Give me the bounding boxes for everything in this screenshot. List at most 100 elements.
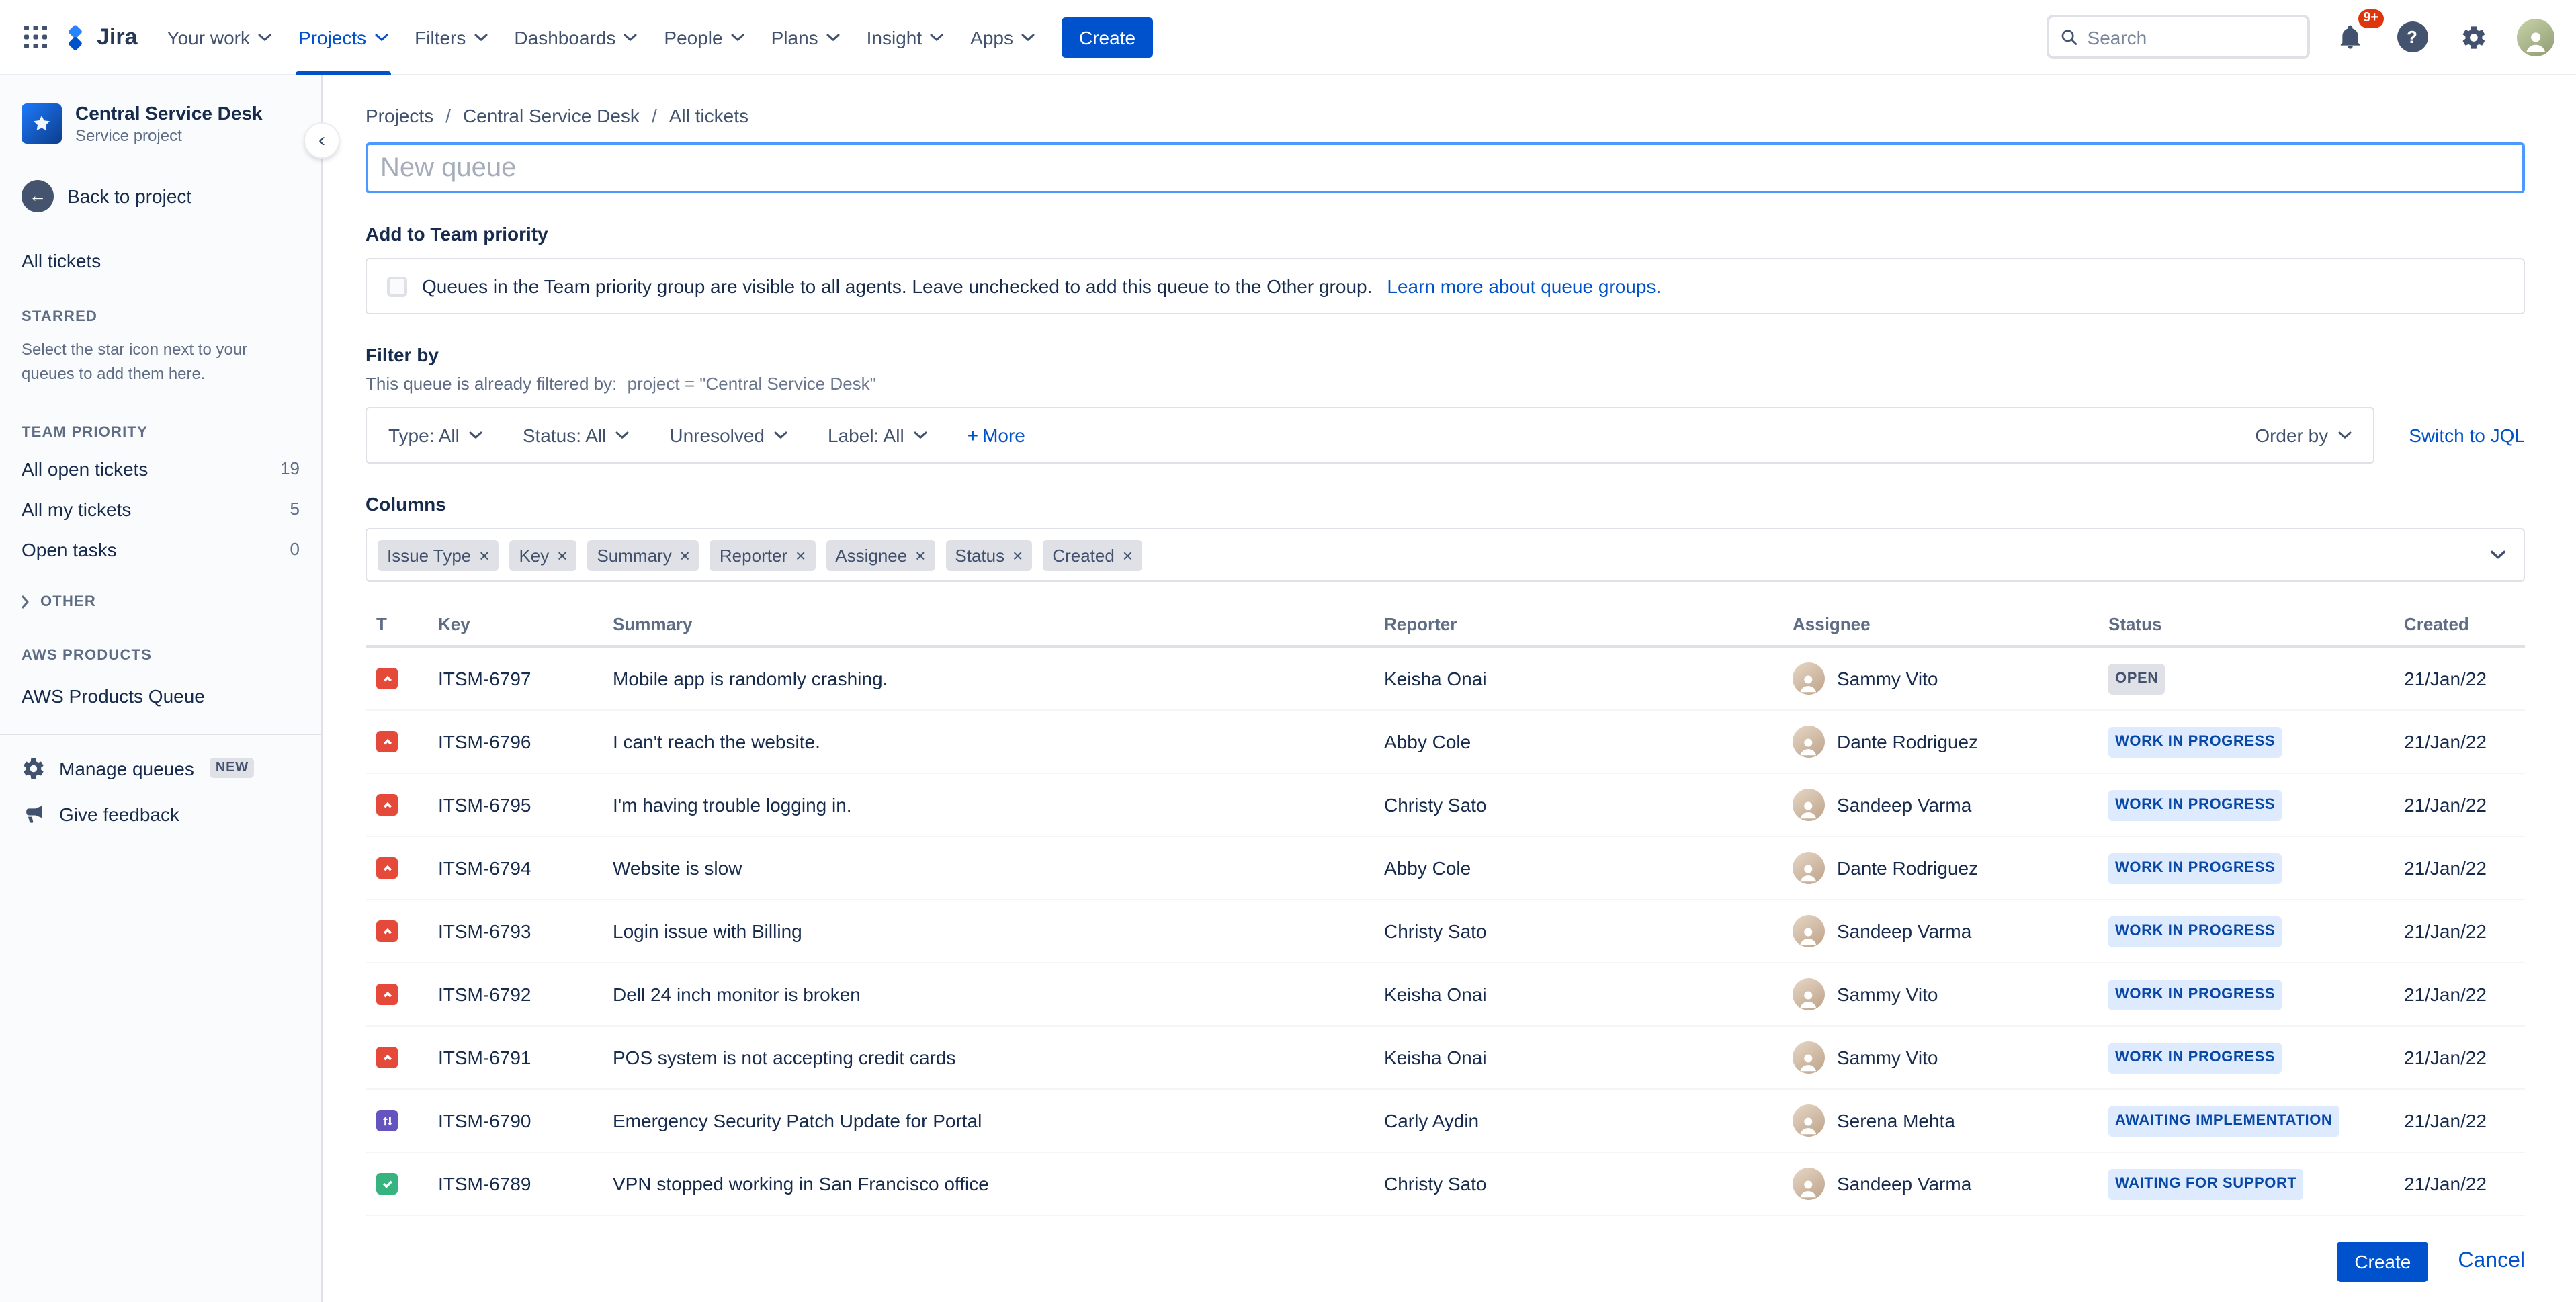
table-row[interactable]: ITSM-6794 Website is slow Abby Cole Dant… xyxy=(366,836,2525,900)
content-scroll-area[interactable]: Projects Central Service Desk All ticket… xyxy=(323,75,2576,1221)
assignee-avatar xyxy=(1793,789,1825,821)
order-by-dropdown[interactable]: Order by xyxy=(2255,425,2351,446)
other-section-toggle[interactable]: OTHER xyxy=(22,594,300,610)
chevron-down-icon xyxy=(469,431,482,439)
assignee-name: Serena Mehta xyxy=(1837,1110,1955,1131)
issue-reporter: Keisha Onai xyxy=(1373,963,1782,1027)
global-search xyxy=(2047,15,2310,59)
remove-icon[interactable]: × xyxy=(796,546,806,564)
breadcrumb-link[interactable]: Projects xyxy=(366,105,433,126)
filter-dropdown[interactable]: Status: All xyxy=(523,425,630,446)
team-priority-checkbox[interactable] xyxy=(387,276,407,296)
table-row[interactable]: ITSM-6792 Dell 24 inch monitor is broken… xyxy=(366,963,2525,1027)
queue-name-input[interactable] xyxy=(366,142,2525,193)
issue-created: 21/Jan/22 xyxy=(2393,963,2525,1027)
remove-icon[interactable]: × xyxy=(915,546,925,564)
help-button[interactable]: ? xyxy=(2391,15,2434,58)
breadcrumb: Projects Central Service Desk All ticket… xyxy=(366,105,2525,126)
nav-item[interactable]: Insight xyxy=(853,0,957,75)
settings-button[interactable] xyxy=(2452,15,2495,58)
remove-icon[interactable]: × xyxy=(1123,546,1133,564)
assignee-avatar xyxy=(1793,915,1825,947)
issue-type-icon xyxy=(376,1047,398,1068)
filter-dropdown[interactable]: Type: All xyxy=(388,425,482,446)
gear-icon xyxy=(24,758,44,779)
assignee-cell: Sammy Vito xyxy=(1793,1041,2087,1074)
remove-icon[interactable]: × xyxy=(557,546,567,564)
breadcrumb-link[interactable]: Central Service Desk xyxy=(433,105,640,126)
sidebar-item-aws-products-queue[interactable]: AWS Products Queue xyxy=(22,685,300,707)
nav-item-label: Dashboards xyxy=(514,26,616,48)
nav-item-label: Filters xyxy=(415,26,466,48)
remove-icon[interactable]: × xyxy=(1013,546,1023,564)
status-badge: OPEN xyxy=(2108,663,2165,694)
column-chip-label: Summary xyxy=(597,545,672,565)
filter-dropdown[interactable]: Label: All xyxy=(828,425,927,446)
switch-to-jql-link[interactable]: Switch to JQL xyxy=(2409,425,2525,446)
topnav-right: 9+ ? xyxy=(2047,9,2557,59)
nav-item-label: Projects xyxy=(298,26,367,48)
filter-dropdown[interactable]: Unresolved xyxy=(669,425,787,446)
table-row[interactable]: ITSM-6797 Mobile app is randomly crashin… xyxy=(366,646,2525,711)
give-feedback-button[interactable]: Give feedback xyxy=(22,802,300,826)
sidebar-queue-item[interactable]: All open tickets 19 xyxy=(22,449,300,489)
breadcrumb-link[interactable]: All tickets xyxy=(640,105,748,126)
manage-queues-button[interactable]: Manage queues NEW xyxy=(22,756,300,781)
assignee-cell: Dante Rodriguez xyxy=(1793,852,2087,884)
notifications-button[interactable]: 9+ xyxy=(2329,9,2384,58)
top-navigation: Jira Your work Projects Filters Dashboar… xyxy=(0,0,2576,75)
jira-logo[interactable]: Jira xyxy=(62,24,138,50)
chevron-down-icon[interactable] xyxy=(2490,550,2506,560)
assignee-cell: Sandeep Varma xyxy=(1793,1168,2087,1200)
nav-item[interactable]: Plans xyxy=(758,0,853,75)
search-input[interactable] xyxy=(2087,26,2296,48)
cancel-button[interactable]: Cancel xyxy=(2458,1250,2525,1274)
project-sidebar: ‹ Central Service Desk Service project ←… xyxy=(0,75,339,1302)
table-row[interactable]: ITSM-6790 Emergency Security Patch Updat… xyxy=(366,1089,2525,1153)
nav-item[interactable]: Dashboards xyxy=(501,0,650,75)
filter-project-clause: project = "Central Service Desk" xyxy=(627,374,876,394)
sidebar-queue-item[interactable]: All my tickets 5 xyxy=(22,489,300,529)
nav-item[interactable]: People xyxy=(650,0,757,75)
new-badge: NEW xyxy=(210,758,254,779)
more-filters-button[interactable]: + More xyxy=(968,425,1025,446)
app-switcher-button[interactable] xyxy=(13,15,56,58)
table-row[interactable]: ITSM-6789 VPN stopped working in San Fra… xyxy=(366,1152,2525,1216)
table-row[interactable]: ITSM-6788 I have been added to the audit… xyxy=(366,1215,2525,1221)
nav-item[interactable]: Projects xyxy=(285,0,401,75)
issue-summary: Login issue with Billing xyxy=(602,900,1373,963)
issue-reporter: Abby Cole xyxy=(1373,710,1782,774)
issue-key: ITSM-6789 xyxy=(427,1152,602,1216)
nav-item[interactable]: Apps xyxy=(957,0,1048,75)
table-row[interactable]: ITSM-6793 Login issue with Billing Chris… xyxy=(366,900,2525,963)
columns-heading: Columns xyxy=(366,493,446,515)
create-button[interactable]: Create xyxy=(1062,17,1154,57)
issue-created: 21/Jan/22 xyxy=(2393,773,2525,837)
columns-multiselect[interactable]: Issue Type × Key × Summary × Reporter × … xyxy=(366,528,2525,582)
nav-item-label: Your work xyxy=(167,26,251,48)
profile-button[interactable] xyxy=(2514,15,2557,58)
sidebar-item-all-tickets[interactable]: All tickets xyxy=(22,250,300,271)
nav-item[interactable]: Your work xyxy=(154,0,286,75)
sidebar-queue-item[interactable]: Open tasks 0 xyxy=(22,529,300,570)
back-to-project-link[interactable]: ← Back to project xyxy=(22,179,300,212)
chevron-left-icon: ‹ xyxy=(318,129,325,152)
remove-icon[interactable]: × xyxy=(479,546,489,564)
sidebar-collapse-button[interactable]: ‹ xyxy=(305,124,339,157)
filter-dropdown-label: Status: All xyxy=(522,425,607,446)
table-row[interactable]: ITSM-6795 I'm having trouble logging in.… xyxy=(366,773,2525,837)
issue-key: ITSM-6797 xyxy=(427,646,602,711)
jira-logo-text: Jira xyxy=(97,24,138,49)
table-row[interactable]: ITSM-6791 POS system is not accepting cr… xyxy=(366,1026,2525,1090)
back-to-project-label: Back to project xyxy=(67,185,192,207)
assignee-cell: Serena Mehta xyxy=(1793,1104,2087,1137)
status-badge: WORK IN PROGRESS xyxy=(2108,979,2282,1010)
manage-queues-label: Manage queues xyxy=(59,757,194,779)
nav-item[interactable]: Filters xyxy=(401,0,501,75)
remove-icon[interactable]: × xyxy=(680,546,690,564)
learn-more-link[interactable]: Learn more about queue groups. xyxy=(1387,275,1661,297)
issue-summary: Dell 24 inch monitor is broken xyxy=(602,963,1373,1027)
column-header: Assignee xyxy=(1782,603,2098,648)
table-row[interactable]: ITSM-6796 I can't reach the website. Abb… xyxy=(366,710,2525,774)
create-queue-button[interactable]: Create xyxy=(2337,1242,2429,1282)
